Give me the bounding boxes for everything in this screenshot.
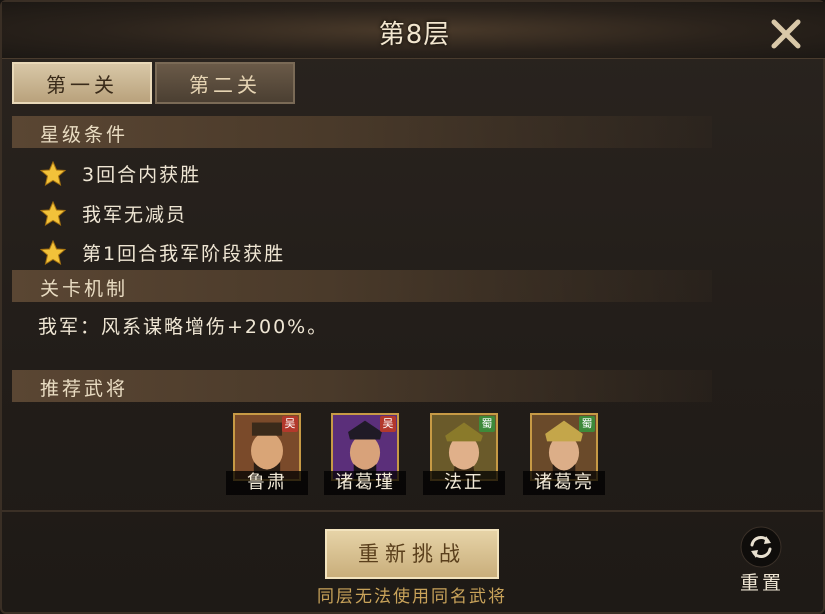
hero-card[interactable]: 吴 鲁肃 [226,413,308,495]
hero-name: 法正 [423,471,505,495]
hero-name: 诸葛亮 [523,471,605,495]
hero-card[interactable]: 吴 诸葛瑾 [324,413,406,495]
tower-dialog: 第8层 第一关 第二关 星级条件 3回合内获胜 我军无减员 第1回合我军阶段获胜 [0,0,825,614]
retry-button[interactable]: 重新挑战 [325,529,499,579]
hero-card[interactable]: 蜀 诸葛亮 [523,413,605,495]
faction-badge: 蜀 [479,416,495,432]
dialog-title: 第8层 [378,20,451,50]
mechanism-header: 关卡机制 [12,270,712,302]
section-title: 关卡机制 [40,278,129,300]
condition-text: 我军无减员 [82,204,188,226]
tab-stage-1[interactable]: 第一关 [12,62,152,104]
faction-badge: 吴 [380,416,396,432]
tab-stage-2[interactable]: 第二关 [155,62,295,104]
mechanism-text: 我军：风系谋略增伤+200%。 [38,316,329,338]
hero-name: 鲁肃 [226,471,308,495]
title-bar: 第8层 [2,2,825,59]
condition-text: 3回合内获胜 [82,164,202,186]
star-icon [40,240,66,266]
close-button[interactable] [766,16,806,52]
faction-badge: 蜀 [579,416,595,432]
close-icon [771,19,801,49]
condition-text: 第1回合我军阶段获胜 [82,243,286,265]
hero-card[interactable]: 蜀 法正 [423,413,505,495]
star-conditions-header: 星级条件 [12,116,712,148]
reset-label[interactable]: 重置 [732,568,792,595]
hint-text: 同层无法使用同名武将 [317,587,507,607]
section-title: 星级条件 [40,124,129,146]
section-title: 推荐武将 [40,378,129,400]
star-icon [40,201,66,227]
faction-badge: 吴 [282,416,298,432]
footer-divider [2,510,825,512]
recommended-header: 推荐武将 [12,370,712,402]
reset-button[interactable] [740,526,782,568]
refresh-icon [740,526,782,568]
star-icon [40,161,66,187]
hero-name: 诸葛瑾 [324,471,406,495]
